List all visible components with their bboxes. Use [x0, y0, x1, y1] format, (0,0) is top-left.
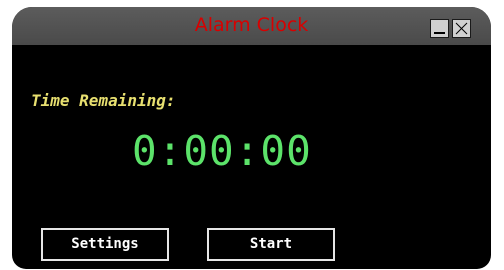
- minimize-icon: [434, 32, 445, 34]
- time-remaining-label: Time Remaining:: [31, 91, 176, 110]
- close-button[interactable]: [452, 19, 471, 38]
- alarm-clock-window: Alarm Clock Time Remaining: 0:00:00 Sett…: [12, 7, 491, 269]
- close-icon: [455, 22, 468, 35]
- settings-button[interactable]: Settings: [41, 228, 169, 261]
- window-title: Alarm Clock: [194, 14, 309, 36]
- time-remaining-value: 0:00:00: [132, 127, 312, 175]
- minimize-button[interactable]: [430, 19, 449, 38]
- start-button[interactable]: Start: [207, 228, 335, 261]
- title-bar[interactable]: Alarm Clock: [12, 7, 491, 45]
